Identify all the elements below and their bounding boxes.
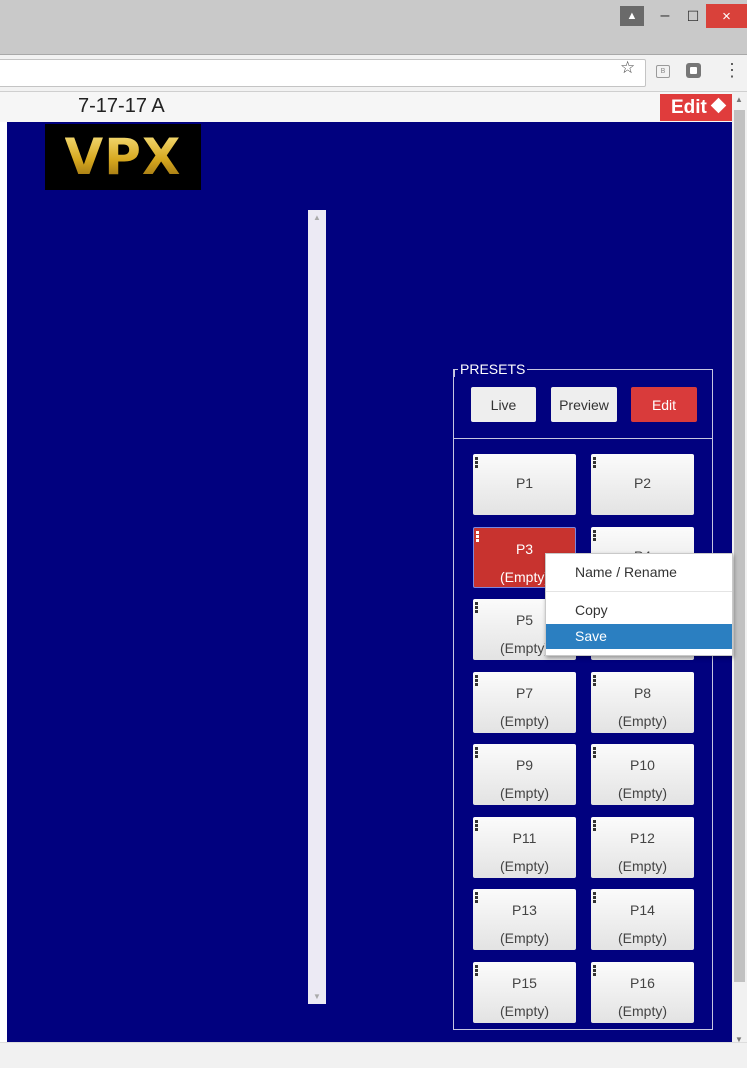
vertical-slider-track[interactable]: ▲ ▼ <box>308 210 326 1004</box>
preset-name: P16 <box>630 975 655 991</box>
preset-context-menu: Name / Rename Copy Save <box>545 553 733 656</box>
preset-name: P13 <box>512 902 537 918</box>
preset-status: (Empty) <box>618 858 667 874</box>
bookmark-star-icon[interactable]: ☆ <box>620 58 635 78</box>
close-button[interactable]: × <box>706 4 747 28</box>
menu-separator <box>546 591 732 592</box>
preset-name: P1 <box>515 475 534 491</box>
slider-down-arrow-icon[interactable]: ▼ <box>313 992 321 1001</box>
user-profile-icon[interactable]: ▲ <box>620 6 644 26</box>
edit-button[interactable]: Edit <box>631 387 697 422</box>
preset-button-p7[interactable]: P7 (Empty) <box>473 672 576 733</box>
preset-status: (Empty) <box>618 930 667 946</box>
menu-item-rename[interactable]: Name / Rename <box>546 560 732 585</box>
preset-button-p13[interactable]: P13 (Empty) <box>473 889 576 950</box>
preset-button-p16[interactable]: P16 (Empty) <box>591 962 694 1023</box>
preset-button-p10[interactable]: P10 (Empty) <box>591 744 694 805</box>
preset-button-p1[interactable]: P1 <box>473 454 576 515</box>
preset-name: P7 <box>515 685 534 701</box>
page-header: 7-17-17 A Edit <box>0 92 732 122</box>
preset-name: P11 <box>512 830 537 846</box>
preset-name: P14 <box>630 902 655 918</box>
live-button[interactable]: Live <box>471 387 536 422</box>
preset-name: P2 <box>633 475 652 491</box>
preset-status: (Empty) <box>618 713 667 729</box>
edit-mode-button[interactable]: Edit <box>660 94 732 121</box>
preset-button-p11[interactable]: P11 (Empty) <box>473 817 576 878</box>
preset-status: (Empty) <box>618 1003 667 1019</box>
preset-status: (Empty) <box>500 858 549 874</box>
page-scrollbar[interactable]: ▲ ▼ <box>732 92 747 1044</box>
address-input[interactable] <box>0 59 646 87</box>
preset-button-p14[interactable]: P14 (Empty) <box>591 889 694 950</box>
preset-name: P10 <box>630 757 655 773</box>
preset-status: (Empty) <box>500 713 549 729</box>
menu-item-save[interactable]: Save <box>546 624 732 649</box>
preview-button[interactable]: Preview <box>551 387 617 422</box>
presets-panel: PRESETS Live Preview Edit P1 P2 P3 (Empty) P… <box>453 362 713 1030</box>
preset-status: (Empty) <box>618 785 667 801</box>
preset-status: (Empty) <box>500 1003 549 1019</box>
diamond-icon <box>710 97 727 114</box>
preset-button-p9[interactable]: P9 (Empty) <box>473 744 576 805</box>
drag-handle-icon[interactable] <box>593 457 596 469</box>
maximize-button[interactable]: ☐ <box>681 4 705 28</box>
minimize-button[interactable]: – <box>651 4 679 28</box>
project-title: 7-17-17 A <box>78 95 165 117</box>
edit-label: Edit <box>671 96 707 118</box>
preset-name: P8 <box>633 685 652 701</box>
slider-up-arrow-icon[interactable]: ▲ <box>313 213 321 222</box>
preset-name: P9 <box>515 757 534 773</box>
preset-button-p15[interactable]: P15 (Empty) <box>473 962 576 1023</box>
preset-button-p8[interactable]: P8 (Empty) <box>591 672 694 733</box>
preset-button-p12[interactable]: P12 (Empty) <box>591 817 694 878</box>
scrollbar-thumb[interactable] <box>734 110 745 982</box>
drag-handle-icon[interactable] <box>593 530 596 542</box>
menu-item-copy[interactable]: Copy <box>546 598 732 623</box>
preset-button-p2[interactable]: P2 <box>591 454 694 515</box>
drag-handle-icon[interactable] <box>475 457 478 469</box>
vpx-logo: VPX <box>45 124 201 190</box>
preset-name: P15 <box>512 975 537 991</box>
reader-extension-icon[interactable]: B <box>656 65 670 78</box>
scroll-up-icon[interactable]: ▲ <box>735 95 743 104</box>
preset-name: P12 <box>630 830 655 846</box>
presets-label: PRESETS <box>453 361 528 377</box>
panel-divider <box>454 438 712 439</box>
horizontal-scrollbar[interactable] <box>0 1042 747 1068</box>
browser-menu-icon[interactable]: ⋮ <box>722 60 742 81</box>
preset-status: (Empty) <box>500 785 549 801</box>
browser-title-bar: ▲ – ☐ × <box>0 0 747 55</box>
preset-status: (Empty) <box>500 930 549 946</box>
extension-icon[interactable] <box>686 63 701 78</box>
logo-text: VPX <box>64 128 182 186</box>
address-bar-row: ☆ B ⋮ <box>0 55 747 92</box>
